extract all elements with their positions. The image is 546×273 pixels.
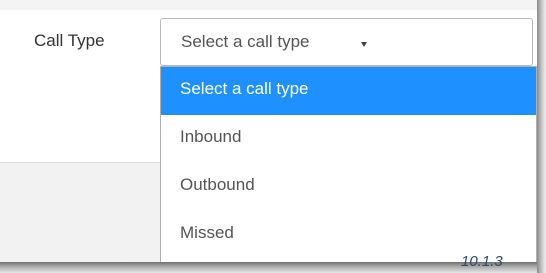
option-label: Inbound <box>180 127 242 146</box>
top-strip <box>0 0 537 10</box>
call-type-dropdown-list: Select a call type Inbound Outbound Miss… <box>160 66 537 262</box>
option-select-a-call-type[interactable]: Select a call type <box>161 67 536 115</box>
option-label: Missed <box>180 223 234 242</box>
form-panel: Call Type Select a call type Select a ca… <box>0 0 537 262</box>
select-current-value: Select a call type <box>181 32 310 51</box>
call-type-select[interactable]: Select a call type <box>160 18 533 66</box>
option-missed[interactable]: Missed <box>161 211 536 259</box>
caret-down-icon[interactable] <box>361 42 367 47</box>
frame-shadow-right <box>537 0 546 273</box>
option-label: Outbound <box>180 175 255 194</box>
version-tag: 10.1.3 <box>461 253 503 270</box>
option-inbound[interactable]: Inbound <box>161 115 536 163</box>
option-outbound[interactable]: Outbound <box>161 163 536 211</box>
call-type-label: Call Type <box>34 31 105 50</box>
option-label: Select a call type <box>180 79 309 98</box>
